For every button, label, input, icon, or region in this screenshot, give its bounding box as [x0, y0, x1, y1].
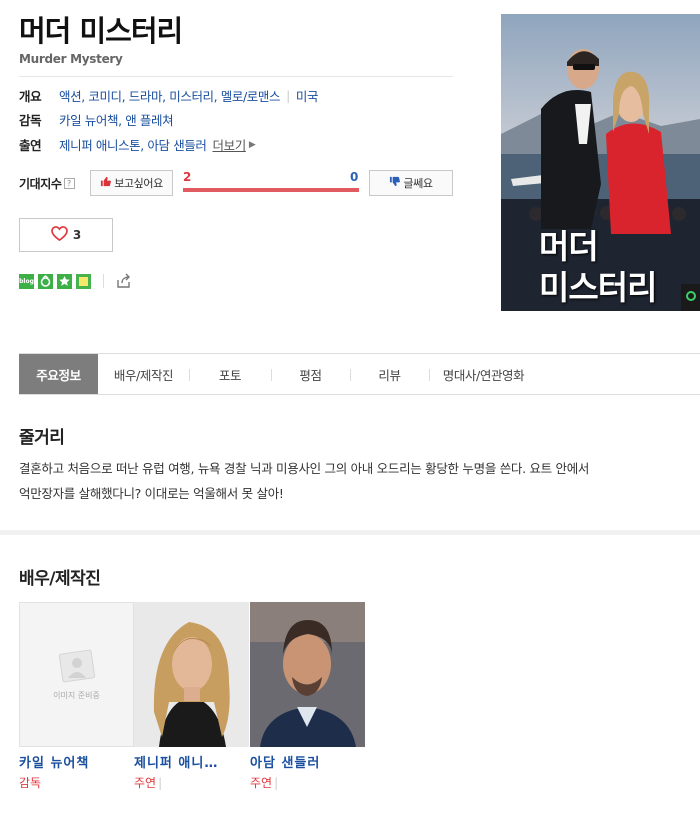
person-name[interactable]: 제니퍼 애니… [134, 752, 249, 771]
band-icon[interactable] [38, 273, 53, 289]
thumbs-up-icon [100, 176, 112, 190]
separator: | [286, 88, 290, 103]
person-photo-image [134, 602, 249, 747]
tab-quotes-related[interactable]: 명대사/연관영화 [429, 354, 538, 394]
person-name[interactable]: 아담 샌들러 [250, 752, 365, 771]
want-to-see-button[interactable]: 보고싶어요 [90, 170, 173, 196]
person-role: 감독 [19, 774, 134, 791]
want-count: 2 [183, 170, 192, 184]
heart-icon [50, 226, 68, 244]
poster-title-line1: 머더 [539, 227, 599, 266]
meh-label: 글쎄요 [403, 177, 433, 190]
more-link[interactable]: 더보기 [213, 135, 247, 154]
crew-heading: 배우/제작진 [19, 569, 101, 589]
person-role-label: 감독 [19, 776, 42, 790]
director-links[interactable]: 카일 뉴어책, 앤 플레쳐 [59, 110, 174, 129]
share-icon[interactable] [116, 273, 132, 289]
country-link[interactable]: 미국 [296, 86, 319, 105]
meh-button[interactable]: 글쎄요 [369, 170, 453, 196]
memo-icon[interactable] [76, 273, 91, 289]
movie-title: 머더 미스터리 [19, 14, 183, 48]
cast-row: 출연 제니퍼 애니스톤, 아담 샌들러 더보기 ▶ [19, 135, 256, 154]
tab-rating[interactable]: 평점 [271, 354, 350, 394]
person-photo[interactable]: 이미지 준비중 [19, 602, 134, 747]
movie-original-title: Murder Mystery [19, 52, 123, 66]
tab-cast-crew[interactable]: 배우/제작진 [98, 354, 189, 394]
overview-row: 개요 액션, 코미디, 드라마, 미스터리, 멜로/로맨스 | 미국 [19, 86, 319, 105]
cast-links[interactable]: 제니퍼 애니스톤, 아담 샌들러 [59, 135, 207, 154]
want-to-see-label: 보고싶어요 [114, 177, 163, 190]
share-bar: blog [19, 273, 132, 289]
director-row: 감독 카일 뉴어책, 앤 플레쳐 [19, 110, 174, 129]
tab-photo[interactable]: 포토 [189, 354, 271, 394]
separator: | [158, 776, 163, 790]
person-card[interactable]: 아담 샌들러 주연 | [250, 602, 365, 791]
synopsis-line: 억만장자를 살해했다니? 이대로는 억울해서 못 살아! [19, 486, 284, 501]
expectation-label: 기대지수 [19, 176, 62, 191]
poster-title: 머더 미스터리 [539, 226, 657, 308]
director-label: 감독 [19, 113, 42, 128]
favorite-star-icon[interactable] [57, 273, 72, 289]
person-role-label: 주연 [250, 776, 273, 790]
thumbs-down-icon [389, 176, 401, 190]
blog-icon[interactable]: blog [19, 273, 34, 289]
cast-label: 출연 [19, 138, 42, 153]
section-divider [0, 530, 700, 535]
tab-bar: 주요정보 배우/제작진 포토 평점 리뷰 명대사/연관영화 [19, 353, 700, 395]
person-photo[interactable] [134, 602, 249, 747]
tab-review[interactable]: 리뷰 [350, 354, 429, 394]
overview-label: 개요 [19, 89, 42, 104]
person-role: 주연 | [250, 774, 365, 791]
person-photo-image [250, 602, 365, 747]
meh-count: 0 [350, 170, 359, 184]
person-name[interactable]: 카일 뉴어책 [19, 752, 134, 771]
synopsis-heading: 줄거리 [19, 428, 65, 448]
person-photo[interactable] [250, 602, 365, 747]
help-icon[interactable]: ? [63, 177, 75, 189]
divider [19, 76, 453, 77]
person-role-label: 주연 [134, 776, 157, 790]
person-card[interactable]: 이미지 준비중 카일 뉴어책 감독 [19, 602, 134, 791]
divider [103, 274, 104, 288]
synopsis-text: 결혼하고 처음으로 떠난 유럽 여행, 뉴욕 경찰 닉과 미용사인 그의 아내 … [19, 456, 700, 506]
separator: | [274, 776, 279, 790]
expectation-label-group: 기대지수 ? [19, 170, 75, 196]
movie-poster[interactable]: 머더 미스터리 [501, 14, 700, 311]
person-role: 주연 | [134, 774, 249, 791]
placeholder-text: 이미지 준비중 [53, 691, 100, 700]
chevron-right-icon: ▶ [248, 139, 256, 150]
like-button[interactable]: 3 [19, 218, 113, 252]
image-placeholder: 이미지 준비중 [19, 602, 134, 747]
synopsis-line: 결혼하고 처음으로 떠난 유럽 여행, 뉴욕 경찰 닉과 미용사인 그의 아내 … [19, 461, 590, 476]
like-count: 3 [72, 228, 82, 242]
tab-main-info[interactable]: 주요정보 [19, 354, 98, 394]
person-card[interactable]: 제니퍼 애니… 주연 | [134, 602, 249, 791]
genre-links[interactable]: 액션, 코미디, 드라마, 미스터리, 멜로/로맨스 [59, 86, 281, 105]
image-placeholder-icon [58, 649, 95, 683]
expectation-bar [183, 188, 359, 192]
poster-title-line2: 미스터리 [539, 268, 657, 307]
